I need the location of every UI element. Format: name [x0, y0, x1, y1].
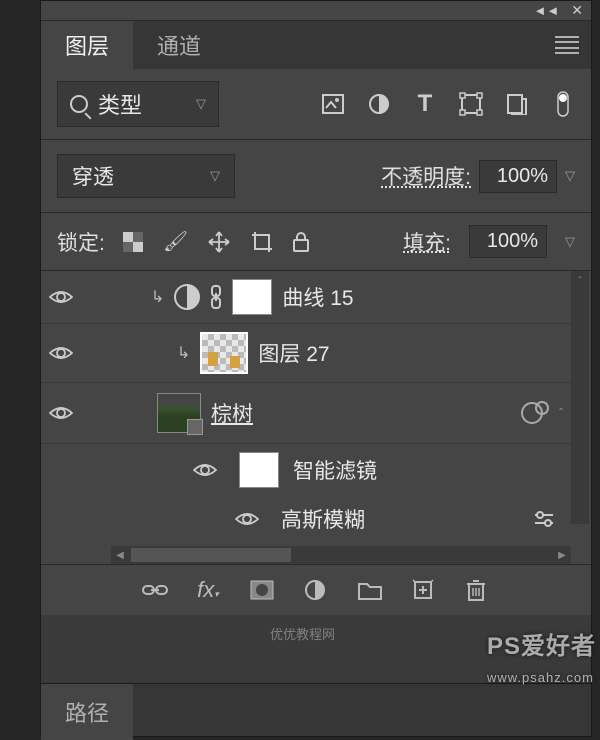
smart-object-badge-icon — [187, 419, 203, 435]
lock-all-icon[interactable] — [292, 231, 310, 253]
panel-content: 类型 ▽ T — [41, 69, 591, 615]
smart-filters-label: 智能滤镜 — [293, 455, 377, 485]
adjustment-thumb-icon — [174, 284, 200, 310]
filter-type-dropdown[interactable]: 类型 ▽ — [57, 81, 219, 127]
scroll-up-icon[interactable]: ˆ — [571, 271, 589, 291]
clip-arrow-icon: ↳ — [177, 343, 190, 363]
visibility-icon[interactable] — [193, 462, 225, 478]
chevron-down-icon[interactable]: ▽ — [565, 168, 575, 184]
scrollbar-horizontal[interactable]: ◀ ▶ — [111, 546, 571, 564]
blend-mode-dropdown[interactable]: 穿透 ▽ — [57, 154, 235, 198]
scrollbar-vertical[interactable]: ˆ — [571, 271, 589, 524]
opacity-label[interactable]: 不透明度: — [381, 161, 471, 191]
new-group-icon[interactable] — [358, 580, 382, 600]
filter-options-icon[interactable] — [533, 511, 555, 527]
search-icon — [70, 95, 88, 113]
tab-paths[interactable]: 路径 — [41, 684, 133, 740]
visibility-icon[interactable] — [235, 511, 267, 527]
lock-transparency-icon[interactable] — [123, 232, 143, 252]
blend-mode-value: 穿透 — [72, 161, 114, 191]
scroll-right-icon[interactable]: ▶ — [553, 546, 571, 564]
lock-row: 锁定: 🖌 填充: 100% ▽ — [41, 213, 591, 270]
lock-label: 锁定: — [57, 227, 105, 257]
layer-name: 曲线 15 — [282, 282, 353, 312]
filter-mask-thumb[interactable] — [239, 452, 279, 488]
chevron-down-icon[interactable]: ▽ — [565, 234, 575, 250]
collapse-icon[interactable]: ◄◄ — [534, 3, 560, 18]
layer-name: 棕树 — [211, 398, 253, 428]
visibility-icon[interactable] — [49, 289, 81, 305]
layer-row-curves[interactable]: ↳ 曲线 15 — [41, 271, 571, 324]
close-icon[interactable]: ✕ — [571, 2, 583, 19]
watermark: PS爱好者 www.psahz.com — [487, 626, 596, 689]
visibility-icon[interactable] — [49, 345, 81, 361]
panel-top-bar: ◄◄ ✕ — [41, 1, 591, 21]
bottom-toolbar: fx▾ — [41, 564, 591, 615]
layer-style-icon[interactable]: fx▾ — [196, 577, 220, 603]
lock-artboard-icon[interactable] — [250, 231, 272, 253]
clip-arrow-icon: ↳ — [151, 287, 164, 307]
layers-list: ˆ ↳ 曲线 15 ↳ — [41, 271, 591, 564]
tab-layers[interactable]: 图层 — [41, 21, 133, 69]
tab-channels[interactable]: 通道 — [133, 21, 225, 69]
layer-thumb[interactable] — [200, 332, 248, 374]
link-icon[interactable] — [210, 285, 222, 309]
lock-position-icon[interactable] — [208, 231, 230, 253]
layer-row-palm[interactable]: 棕树 ˆ — [41, 383, 571, 444]
opacity-value[interactable]: 100% — [479, 160, 557, 193]
blend-row: 穿透 ▽ 不透明度: 100% ▽ — [41, 140, 591, 212]
smart-filter-blend-icon[interactable] — [521, 402, 543, 424]
smart-filters-row[interactable]: 智能滤镜 — [41, 444, 571, 496]
watermark-secondary: 优优教程网 — [270, 624, 335, 643]
expand-icon[interactable]: ˆ — [559, 406, 563, 420]
filter-type-label: 类型 — [98, 88, 186, 120]
lock-icons: 🖌 — [123, 229, 310, 254]
layer-row-27[interactable]: ↳ 图层 27 — [41, 324, 571, 383]
chevron-down-icon: ▽ — [210, 168, 220, 184]
adjustment-layer-icon[interactable] — [304, 579, 328, 601]
filter-smartobject-icon[interactable] — [505, 92, 529, 116]
menu-icon[interactable] — [555, 36, 579, 54]
filter-toggle-switch[interactable] — [551, 92, 575, 116]
scroll-thumb[interactable] — [131, 548, 291, 562]
chevron-down-icon: ▽ — [196, 96, 206, 112]
filter-text-icon[interactable]: T — [413, 92, 437, 116]
panel-tabs: 图层 通道 — [41, 21, 591, 69]
filter-icons: T — [321, 92, 575, 116]
gaussian-blur-row[interactable]: 高斯模糊 — [41, 496, 571, 542]
filter-name: 高斯模糊 — [281, 504, 365, 534]
delete-layer-icon[interactable] — [466, 578, 490, 602]
new-layer-icon[interactable] — [412, 579, 436, 601]
lock-image-icon[interactable]: 🖌 — [163, 229, 188, 254]
filter-pixel-icon[interactable] — [321, 92, 345, 116]
filter-adjustment-icon[interactable] — [367, 92, 391, 116]
filter-shape-icon[interactable] — [459, 92, 483, 116]
layer-mask-thumb[interactable] — [232, 279, 272, 315]
layer-name: 图层 27 — [258, 338, 329, 368]
visibility-icon[interactable] — [49, 405, 81, 421]
fill-label[interactable]: 填充: — [403, 227, 451, 257]
fill-value[interactable]: 100% — [469, 225, 547, 258]
filter-row: 类型 ▽ T — [41, 69, 591, 139]
link-layers-icon[interactable] — [142, 583, 166, 597]
layers-panel: ◄◄ ✕ 图层 通道 类型 ▽ T — [40, 0, 592, 720]
add-mask-icon[interactable] — [250, 580, 274, 600]
paths-panel: 路径 — [40, 683, 592, 737]
scroll-left-icon[interactable]: ◀ — [111, 546, 129, 564]
